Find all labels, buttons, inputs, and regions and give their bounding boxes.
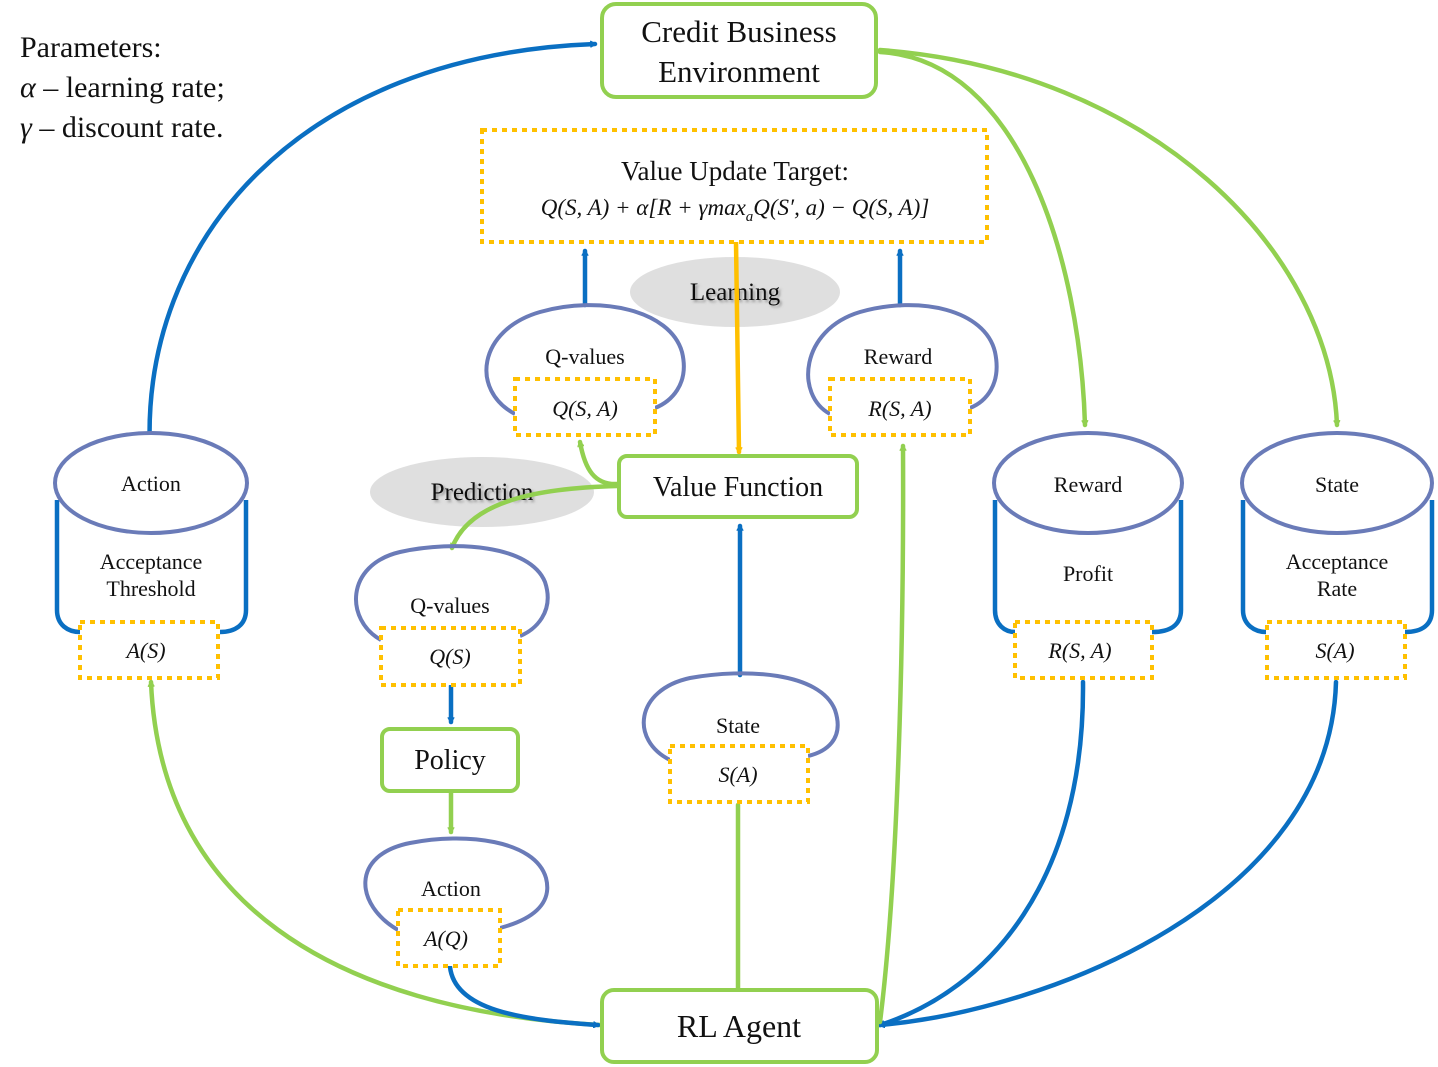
cylinder-state-value: S(A): [1315, 638, 1354, 663]
rl-agent-label: RL Agent: [677, 1008, 801, 1044]
cylinder-action-body-line2: Threshold: [106, 576, 195, 601]
cylinder-reward-top-label: Reward: [1054, 472, 1122, 497]
learning-reward-value: R(S, A): [867, 396, 931, 421]
cylinder-state[interactable]: State Acceptance Rate S(A): [1240, 431, 1435, 680]
environment-node[interactable]: Credit Business Environment: [600, 2, 878, 99]
value-update-box[interactable]: [480, 128, 989, 244]
agent-action-label: Action: [421, 876, 481, 901]
arrow-agent-to-learning-reward: [877, 443, 907, 1025]
cylinder-action[interactable]: Action Acceptance Threshold A(S): [53, 431, 249, 680]
arrow-action-to-agent: [447, 964, 601, 1029]
cylinder-reward-value: R(S, A): [1047, 638, 1111, 663]
value-update-target[interactable]: Value Update Target: Q(S, A) + α[R + γma…: [480, 128, 989, 244]
arrow-value-function-to-learning-qvalues: [577, 439, 620, 487]
arrow-target-to-value-function: [733, 239, 743, 455]
arrow-reward-to-agent: [877, 679, 1086, 1028]
cylinder-action-value: A(S): [124, 638, 165, 663]
value-update-title: Value Update Target:: [621, 156, 849, 186]
cylinder-state-top-label: State: [1315, 472, 1359, 497]
parameters-legend: Parameters: α – learning rate; γ – disco…: [20, 31, 225, 144]
agent-action-node[interactable]: Action A(Q): [363, 836, 550, 968]
prediction-qvalues-value: Q(S): [429, 644, 471, 669]
value-function-node[interactable]: Value Function: [617, 454, 859, 519]
value-function-label: Value Function: [653, 472, 823, 503]
alpha-symbol: α: [20, 71, 37, 104]
policy-label: Policy: [414, 745, 486, 776]
gamma-description: – discount rate.: [32, 111, 224, 144]
cylinder-reward-body-line1: Profit: [1063, 561, 1113, 586]
learning-qvalues-label: Q-values: [545, 344, 624, 369]
rl-diagram: Parameters: α – learning rate; γ – disco…: [20, 2, 1435, 1064]
learning-qvalues-node[interactable]: Q-values Q(S, A): [484, 303, 686, 437]
parameter-alpha: α – learning rate;: [20, 71, 225, 104]
agent-action-value: A(Q): [422, 926, 468, 951]
cylinder-reward[interactable]: Reward Profit R(S, A): [992, 431, 1184, 680]
arrow-state-to-agent: [877, 679, 1339, 1029]
alpha-description: – learning rate;: [36, 71, 225, 104]
formula-head: Q(S, A) + α[R + γmax: [541, 195, 747, 220]
cylinder-state-body-line2: Rate: [1317, 576, 1357, 601]
learning-reward-label: Reward: [864, 344, 932, 369]
cylinder-action-body-line1: Acceptance: [100, 549, 203, 574]
agent-state-node[interactable]: State S(A): [641, 671, 840, 804]
cylinder-state-body-line1: Acceptance: [1286, 549, 1389, 574]
policy-node[interactable]: Policy: [380, 727, 520, 793]
formula-tail: Q(S′, a) − Q(S, A)]: [753, 195, 929, 220]
parameters-title: Parameters:: [20, 31, 162, 64]
formula-subscript: a: [746, 209, 754, 225]
prediction-label: Prediction: [431, 479, 534, 506]
learning-qvalues-value: Q(S, A): [552, 396, 618, 421]
learning-reward-node[interactable]: Reward R(S, A): [806, 303, 999, 437]
prediction-qvalues-label: Q-values: [410, 593, 489, 618]
rl-agent-node[interactable]: RL Agent: [600, 988, 879, 1064]
environment-line1: Credit Business: [641, 14, 836, 49]
parameter-gamma: γ – discount rate.: [20, 111, 223, 144]
prediction-qvalues-node[interactable]: Q-values Q(S): [354, 544, 550, 687]
environment-line2: Environment: [658, 54, 820, 89]
agent-state-value: S(A): [718, 762, 757, 787]
cylinder-action-top-label: Action: [121, 471, 181, 496]
agent-state-label: State: [716, 713, 760, 738]
arrow-agent-to-action-cylinder: [147, 679, 603, 1028]
